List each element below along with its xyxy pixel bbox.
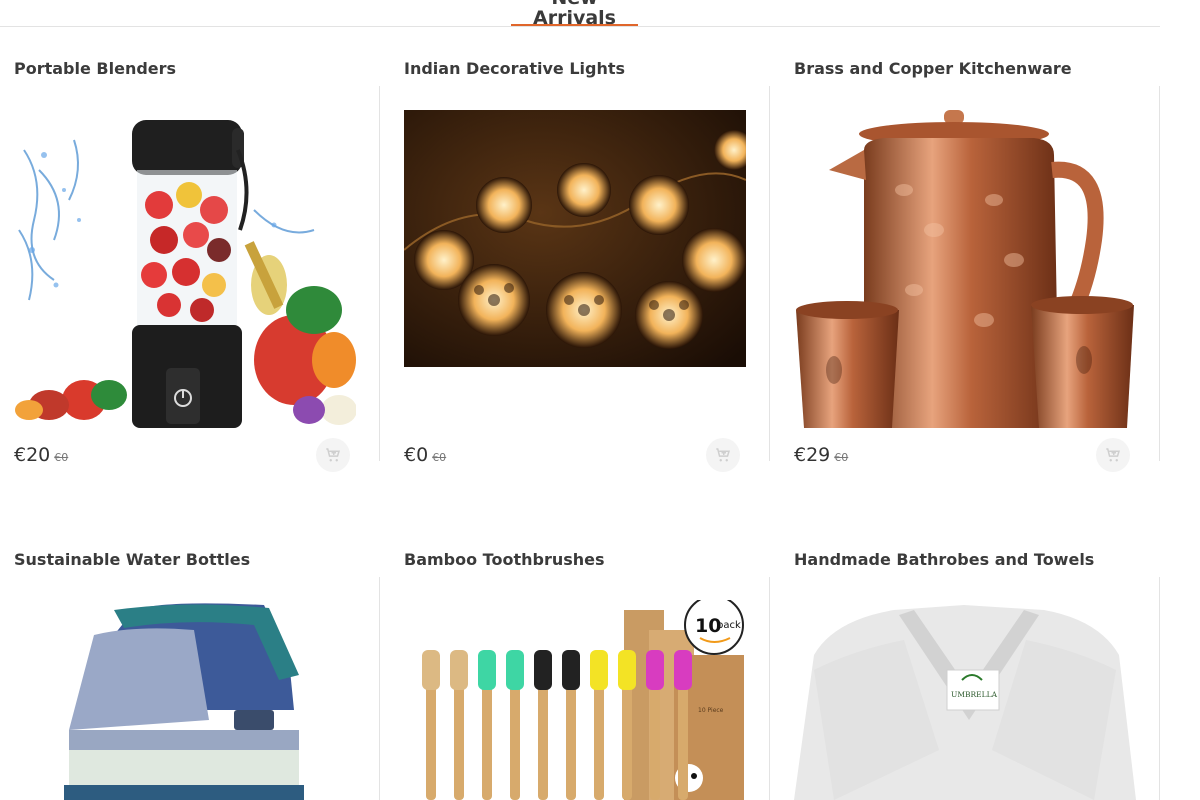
product-title[interactable]: Bamboo Toothbrushes <box>404 550 605 569</box>
product-card-bamboo-toothbrushes[interactable]: Bamboo Toothbrushes 10 pack 10 Piece <box>390 0 780 800</box>
robe-label: UMBRELLA <box>951 690 998 699</box>
product-title[interactable]: Sustainable Water Bottles <box>14 550 250 569</box>
page: New Arrivals Portable Blenders <box>0 0 1200 800</box>
product-card-handmade-bathrobes-towels[interactable]: Handmade Bathrobes and Towels UMBRELLA <box>780 0 1170 800</box>
product-image-bathrobe[interactable]: UMBRELLA <box>794 600 1136 800</box>
pack-label: pack <box>717 620 741 631</box>
product-title[interactable]: Handmade Bathrobes and Towels <box>794 550 1094 569</box>
product-image-toothbrushes[interactable]: 10 pack 10 Piece <box>404 600 746 800</box>
product-card-sustainable-water-bottles[interactable]: Sustainable Water Bottles <box>0 0 390 800</box>
card-divider <box>1159 577 1160 800</box>
card-divider <box>379 577 380 800</box>
card-divider <box>769 577 770 800</box>
product-image-water-bottle[interactable] <box>14 600 356 800</box>
box-label: 10 Piece <box>698 707 724 714</box>
